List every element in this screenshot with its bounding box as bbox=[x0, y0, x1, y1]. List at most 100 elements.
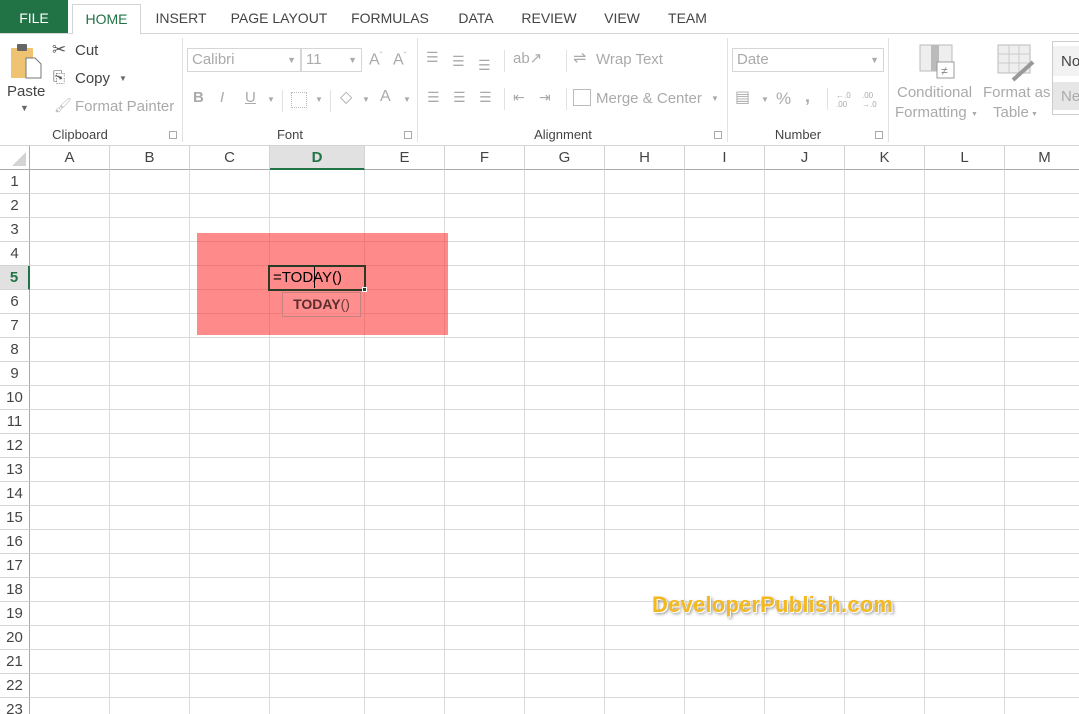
row-gridline bbox=[30, 337, 1079, 338]
select-all-button[interactable] bbox=[0, 146, 30, 170]
font-launcher-icon[interactable] bbox=[404, 131, 412, 139]
row-header-17[interactable]: 17 bbox=[0, 554, 30, 578]
increase-decimal-button[interactable]: ←.0 .00 bbox=[836, 91, 852, 109]
wrap-text-button[interactable]: ⇌ Wrap Text bbox=[573, 48, 673, 72]
align-right-icon[interactable]: ☰ bbox=[479, 90, 492, 104]
row-gridline bbox=[30, 697, 1079, 698]
row-header-13[interactable]: 13 bbox=[0, 458, 30, 482]
font-color-button[interactable]: A bbox=[380, 88, 391, 106]
column-header-l[interactable]: L bbox=[925, 146, 1005, 170]
borders-icon[interactable] bbox=[291, 92, 307, 108]
style-normal[interactable]: No bbox=[1053, 46, 1079, 76]
decrease-decimal-button[interactable]: .00 →.0 bbox=[862, 91, 878, 109]
row-header-4[interactable]: 4 bbox=[0, 242, 30, 266]
row-header-21[interactable]: 21 bbox=[0, 650, 30, 674]
row-header-16[interactable]: 16 bbox=[0, 530, 30, 554]
accounting-format-icon[interactable]: ▤ bbox=[735, 90, 750, 106]
fill-handle[interactable] bbox=[362, 287, 367, 292]
tab-data[interactable]: DATA bbox=[450, 4, 502, 34]
row-header-20[interactable]: 20 bbox=[0, 626, 30, 650]
column-header-c[interactable]: C bbox=[190, 146, 270, 170]
fill-color-dropdown-icon[interactable]: ▼ bbox=[362, 96, 370, 104]
column-header-i[interactable]: I bbox=[685, 146, 765, 170]
top-align-icon[interactable]: ☰ bbox=[426, 50, 439, 64]
font-size-select[interactable]: 11 ▼ bbox=[301, 48, 362, 72]
row-header-19[interactable]: 19 bbox=[0, 602, 30, 626]
decrease-font-size-icon[interactable]: Aˇ bbox=[393, 51, 406, 69]
row-header-5[interactable]: 5 bbox=[0, 266, 30, 290]
tab-page-layout[interactable]: PAGE LAYOUT bbox=[225, 4, 333, 34]
format-as-table-button[interactable]: Format as Table ▼ bbox=[980, 42, 1051, 122]
row-header-10[interactable]: 10 bbox=[0, 386, 30, 410]
decrease-indent-icon[interactable]: ⇤ bbox=[513, 90, 525, 104]
middle-align-icon[interactable]: ☰ bbox=[452, 54, 465, 68]
increase-indent-icon[interactable]: ⇥ bbox=[539, 90, 551, 104]
column-header-m[interactable]: M bbox=[1005, 146, 1079, 170]
function-autocomplete-tooltip[interactable]: TODAY() bbox=[282, 292, 361, 317]
row-header-8[interactable]: 8 bbox=[0, 338, 30, 362]
row-header-1[interactable]: 1 bbox=[0, 170, 30, 194]
clipboard-launcher-icon[interactable] bbox=[169, 131, 177, 139]
paste-dropdown-icon[interactable]: ▼ bbox=[20, 104, 29, 113]
copy-button[interactable]: ⎘ Copy ▼ bbox=[52, 68, 132, 90]
tab-review[interactable]: REVIEW bbox=[515, 4, 583, 34]
percent-style-button[interactable]: % bbox=[776, 89, 791, 109]
column-header-e[interactable]: E bbox=[365, 146, 445, 170]
column-header-j[interactable]: J bbox=[765, 146, 845, 170]
align-left-icon[interactable]: ☰ bbox=[427, 90, 440, 104]
increase-font-size-icon[interactable]: Aˆ bbox=[369, 51, 382, 69]
row-header-23[interactable]: 23 bbox=[0, 698, 30, 714]
accounting-dropdown-icon[interactable]: ▼ bbox=[761, 96, 769, 104]
column-header-d[interactable]: D bbox=[270, 146, 365, 170]
column-header-a[interactable]: A bbox=[30, 146, 110, 170]
row-header-12[interactable]: 12 bbox=[0, 434, 30, 458]
merge-center-button[interactable]: Merge & Center ▼ bbox=[573, 86, 723, 110]
fill-color-icon[interactable]: ◇ bbox=[340, 90, 352, 106]
column-header-h[interactable]: H bbox=[605, 146, 685, 170]
tab-team[interactable]: TEAM bbox=[660, 4, 715, 34]
conditional-formatting-button[interactable]: ≠ Conditional Formatting ▼ bbox=[892, 42, 978, 122]
row-header-22[interactable]: 22 bbox=[0, 674, 30, 698]
column-header-f[interactable]: F bbox=[445, 146, 525, 170]
row-header-6[interactable]: 6 bbox=[0, 290, 30, 314]
copy-dropdown-icon[interactable]: ▼ bbox=[119, 75, 127, 83]
row-header-2[interactable]: 2 bbox=[0, 194, 30, 218]
orientation-icon[interactable]: ab↗ bbox=[513, 51, 542, 66]
alignment-launcher-icon[interactable] bbox=[714, 131, 722, 139]
tab-home[interactable]: HOME bbox=[72, 4, 141, 35]
tab-insert[interactable]: INSERT bbox=[150, 4, 212, 34]
style-neutral[interactable]: Ne bbox=[1053, 82, 1079, 110]
row-header-9[interactable]: 9 bbox=[0, 362, 30, 386]
column-header-g[interactable]: G bbox=[525, 146, 605, 170]
row-header-7[interactable]: 7 bbox=[0, 314, 30, 338]
paste-button[interactable]: Paste ▼ bbox=[4, 40, 46, 120]
tab-file[interactable]: FILE bbox=[0, 0, 68, 33]
comma-style-button[interactable]: , bbox=[805, 86, 810, 107]
cut-button[interactable]: ✂ Cut bbox=[52, 40, 112, 62]
row-header-14[interactable]: 14 bbox=[0, 482, 30, 506]
row-header-15[interactable]: 15 bbox=[0, 506, 30, 530]
align-center-icon[interactable]: ☰ bbox=[453, 90, 466, 104]
font-group-label: Font bbox=[276, 127, 303, 142]
font-color-dropdown-icon[interactable]: ▼ bbox=[403, 96, 411, 104]
underline-dropdown-icon[interactable]: ▼ bbox=[267, 96, 275, 104]
italic-button[interactable]: I bbox=[220, 89, 224, 106]
number-launcher-icon[interactable] bbox=[875, 131, 883, 139]
number-format-select[interactable]: Date ▼ bbox=[732, 48, 884, 72]
tab-formulas[interactable]: FORMULAS bbox=[345, 4, 435, 34]
bottom-align-icon[interactable]: ☰ bbox=[478, 58, 491, 72]
cell-styles-gallery[interactable]: No Ne bbox=[1052, 41, 1079, 115]
format-painter-button[interactable]: 🖌 Format Painter bbox=[52, 96, 177, 118]
font-name-select[interactable]: Calibri ▼ bbox=[187, 48, 301, 72]
borders-dropdown-icon[interactable]: ▼ bbox=[315, 96, 323, 104]
row-header-11[interactable]: 11 bbox=[0, 410, 30, 434]
underline-button[interactable]: U bbox=[245, 89, 256, 106]
column-header-b[interactable]: B bbox=[110, 146, 190, 170]
tab-view[interactable]: VIEW bbox=[597, 4, 647, 34]
chevron-down-icon: ▼ bbox=[287, 55, 296, 65]
row-header-3[interactable]: 3 bbox=[0, 218, 30, 242]
column-header-k[interactable]: K bbox=[845, 146, 925, 170]
active-cell-d5[interactable]: =TODAY() bbox=[268, 265, 366, 291]
bold-button[interactable]: B bbox=[193, 89, 204, 106]
row-header-18[interactable]: 18 bbox=[0, 578, 30, 602]
